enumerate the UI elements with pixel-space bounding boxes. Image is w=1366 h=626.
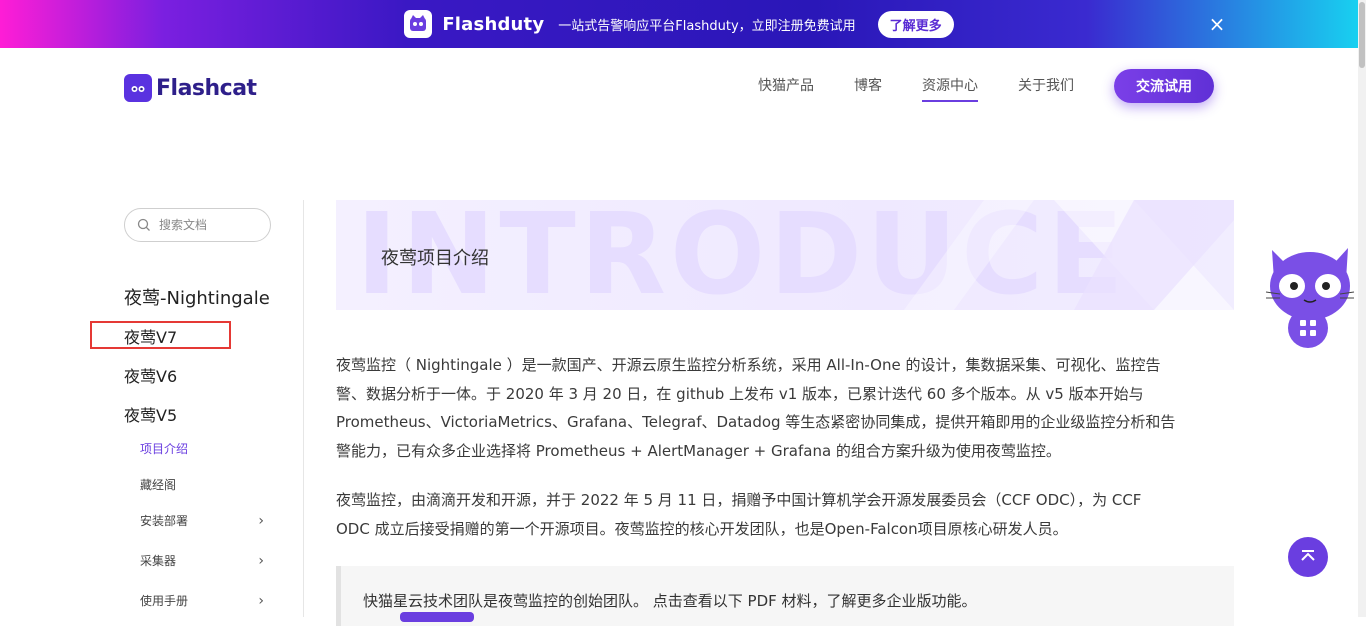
paragraph-line: ODC 成立后接受捐赠的第一个开源项目。夜莺监控的核心开发团队，也是Open-F…: [336, 519, 1068, 538]
chevron-right-icon: ›: [258, 592, 264, 609]
close-icon[interactable]: ×: [1206, 13, 1228, 35]
sidebar-item-v5[interactable]: 夜莺V5: [124, 402, 177, 426]
search-input[interactable]: [159, 218, 259, 232]
learn-more-button[interactable]: 了解更多: [877, 10, 954, 38]
chevron-right-icon: ›: [258, 552, 264, 569]
nav-item-blog[interactable]: 博客: [854, 76, 882, 102]
paragraph-line: 夜莺监控（ Nightingale ）是一款国产、开源云原生监控分析系统，采用 …: [336, 356, 1161, 374]
docs-sidebar: 夜莺-Nightingale 夜莺V7 夜莺V6 夜莺V5 项目介绍 藏经阁 安…: [90, 200, 304, 617]
chevron-right-icon: ›: [258, 512, 264, 529]
main-nav: 快猫产品 博客 资源中心 关于我们: [758, 76, 1074, 102]
chevron-up-icon: [1301, 550, 1315, 561]
sidebar-item-label: 项目介绍: [140, 442, 189, 456]
intro-paragraph-2: 夜莺监控，由滴滴开发和开源，并于 2022 年 5 月 11 日，捐赠予中国计算…: [336, 486, 1234, 543]
hero-decoration: [904, 200, 1234, 310]
callout-text: 快猫星云技术团队是夜莺监控的创始团队。 点击查看以下 PDF 材料，了解更多企业…: [363, 592, 977, 610]
page-scrollbar[interactable]: [1358, 0, 1366, 617]
sidebar-item-label: 采集器: [140, 554, 177, 568]
sidebar-item-label: 使用手册: [140, 594, 189, 608]
scrollbar-thumb[interactable]: [1359, 2, 1365, 68]
cat-mascot-icon[interactable]: [1262, 240, 1358, 352]
sidebar-item-label: 安装部署: [140, 514, 189, 528]
paragraph-line: 夜莺监控，由滴滴开发和开源，并于 2022 年 5 月 11 日，捐赠予中国计算…: [336, 491, 1142, 509]
promo-banner: Flashduty 一站式告警响应平台Flashduty，立即注册免费试用 了解…: [0, 0, 1358, 48]
nav-item-products[interactable]: 快猫产品: [758, 76, 814, 102]
nav-item-about[interactable]: 关于我们: [1018, 76, 1074, 102]
sidebar-item-intro[interactable]: 项目介绍: [140, 440, 264, 457]
paragraph-line: Prometheus、VictoriaMetrics、Grafana、Teleg…: [336, 413, 1176, 431]
search-box[interactable]: [124, 208, 271, 242]
search-icon: [137, 218, 150, 231]
sidebar-item-library[interactable]: 藏经阁: [140, 476, 264, 493]
banner-text: 一站式告警响应平台Flashduty，立即注册免费试用: [558, 18, 856, 34]
trial-button[interactable]: 交流试用: [1114, 69, 1214, 103]
page-title: 夜莺项目介绍: [381, 248, 489, 269]
site-header: Flashcat 快猫产品 博客 资源中心 关于我们 交流试用: [0, 48, 1358, 126]
hero-banner: INTRODUCE 夜莺项目介绍: [336, 200, 1234, 310]
paragraph-line: 警、数据分析于一体。于 2020 年 3 月 20 日，在 github 上发布…: [336, 384, 1144, 403]
sidebar-item-install[interactable]: 安装部署 ›: [140, 512, 264, 529]
sidebar-item-manual[interactable]: 使用手册 ›: [140, 592, 264, 609]
back-to-top-button[interactable]: [1288, 537, 1328, 577]
flashcat-logo-icon: [124, 74, 152, 102]
sidebar-title[interactable]: 夜莺-Nightingale: [124, 284, 270, 310]
nav-item-resources[interactable]: 资源中心: [922, 76, 978, 102]
sidebar-item-v6[interactable]: 夜莺V6: [124, 363, 177, 387]
intro-paragraph-1: 夜莺监控（ Nightingale ）是一款国产、开源云原生监控分析系统，采用 …: [336, 351, 1234, 465]
flashcat-logo[interactable]: Flashcat: [124, 74, 257, 102]
paragraph-line: 警能力，已有众多企业选择将 Prometheus + AlertManager …: [336, 441, 1061, 460]
sidebar-item-label: 藏经阁: [140, 478, 177, 492]
flashduty-logo-icon: [404, 10, 433, 38]
sidebar-item-collector[interactable]: 采集器 ›: [140, 552, 264, 569]
banner-brand: Flashduty: [442, 13, 545, 35]
logo-text: Flashcat: [156, 75, 257, 101]
pdf-link-button[interactable]: [400, 612, 474, 622]
sidebar-item-v7[interactable]: 夜莺V7: [124, 324, 177, 348]
